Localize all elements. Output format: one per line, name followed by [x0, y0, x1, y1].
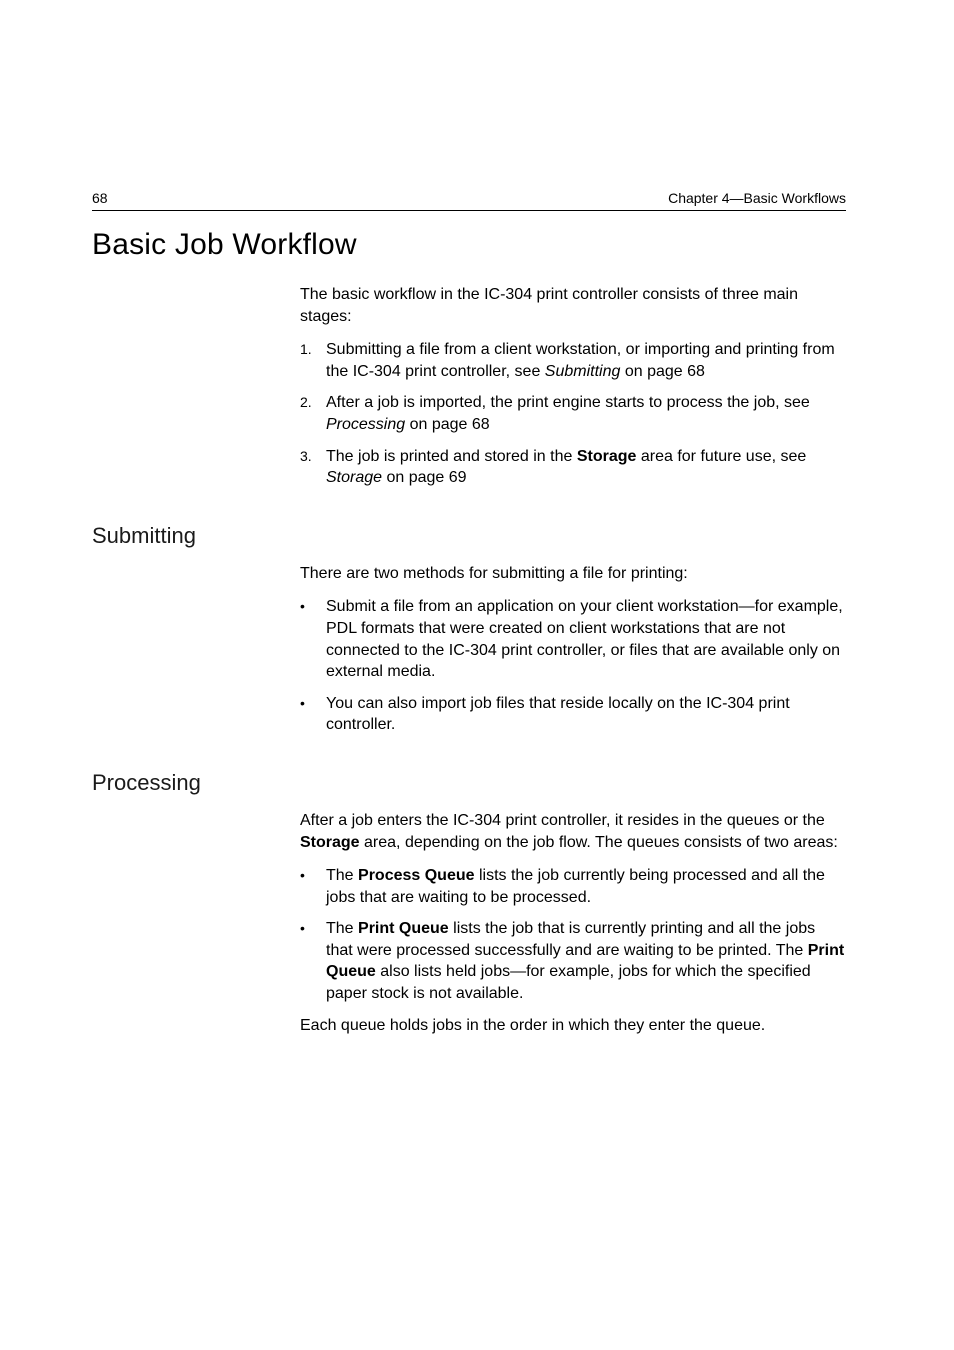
list-item: • The Print Queue lists the job that is …: [300, 918, 846, 1004]
list-item: 3. The job is printed and stored in the …: [300, 446, 846, 489]
submitting-paragraph: There are two methods for submitting a f…: [300, 563, 846, 585]
text-fragment: on page 68: [405, 416, 490, 433]
list-item: • You can also import job files that res…: [300, 693, 846, 736]
ui-label: Storage: [577, 448, 637, 465]
ui-label: Storage: [300, 834, 360, 851]
bullet-icon: •: [300, 693, 326, 736]
list-marker: 1.: [300, 339, 326, 382]
heading-submitting: Submitting: [92, 523, 846, 549]
intro-block: The basic workflow in the IC-304 print c…: [300, 284, 846, 489]
text-fragment: The: [326, 867, 358, 884]
processing-block: After a job enters the IC-304 print cont…: [300, 810, 846, 1036]
text-fragment: on page 68: [620, 363, 705, 380]
text-fragment: area, depending on the job flow. The que…: [360, 834, 838, 851]
workflow-steps-list: 1. Submitting a file from a client works…: [300, 339, 846, 489]
list-text: You can also import job files that resid…: [326, 693, 846, 736]
list-marker: 2.: [300, 392, 326, 435]
content-area: Basic Job Workflow The basic workflow in…: [92, 228, 846, 1048]
ui-label: Process Queue: [358, 867, 475, 884]
processing-paragraph: After a job enters the IC-304 print cont…: [300, 810, 846, 853]
chapter-label: Chapter 4—Basic Workflows: [668, 190, 846, 206]
text-fragment: The: [326, 920, 358, 937]
text-fragment: also lists held jobs—for example, jobs f…: [326, 963, 811, 1002]
processing-bullets: • The Process Queue lists the job curren…: [300, 865, 846, 1005]
list-text: The Print Queue lists the job that is cu…: [326, 918, 846, 1004]
submitting-bullets: • Submit a file from an application on y…: [300, 596, 846, 736]
heading-basic-job-workflow: Basic Job Workflow: [92, 228, 846, 262]
text-fragment: area for future use, see: [636, 448, 806, 465]
list-text: Submit a file from an application on you…: [326, 596, 846, 682]
text-fragment: on page 69: [382, 469, 467, 486]
processing-closing: Each queue holds jobs in the order in wh…: [300, 1015, 846, 1037]
page-number: 68: [92, 190, 108, 206]
bullet-icon: •: [300, 918, 326, 1004]
intro-paragraph: The basic workflow in the IC-304 print c…: [300, 284, 846, 327]
text-fragment: The job is printed and stored in the: [326, 448, 577, 465]
list-marker: 3.: [300, 446, 326, 489]
list-item: 2. After a job is imported, the print en…: [300, 392, 846, 435]
page-header: 68 Chapter 4—Basic Workflows: [92, 190, 846, 206]
list-item: • Submit a file from an application on y…: [300, 596, 846, 682]
list-text: After a job is imported, the print engin…: [326, 392, 846, 435]
bullet-icon: •: [300, 596, 326, 682]
document-page: 68 Chapter 4—Basic Workflows Basic Job W…: [0, 0, 954, 1350]
list-text: The Process Queue lists the job currentl…: [326, 865, 846, 908]
text-fragment: After a job is imported, the print engin…: [326, 394, 810, 411]
header-rule: [92, 210, 846, 211]
text-fragment: After a job enters the IC-304 print cont…: [300, 812, 825, 829]
list-item: 1. Submitting a file from a client works…: [300, 339, 846, 382]
list-text: Submitting a file from a client workstat…: [326, 339, 846, 382]
cross-ref-link[interactable]: Processing: [326, 416, 405, 433]
heading-processing: Processing: [92, 770, 846, 796]
submitting-block: There are two methods for submitting a f…: [300, 563, 846, 736]
list-text: The job is printed and stored in the Sto…: [326, 446, 846, 489]
cross-ref-link[interactable]: Submitting: [545, 363, 621, 380]
ui-label: Print Queue: [358, 920, 449, 937]
list-item: • The Process Queue lists the job curren…: [300, 865, 846, 908]
cross-ref-link[interactable]: Storage: [326, 469, 382, 486]
bullet-icon: •: [300, 865, 326, 908]
